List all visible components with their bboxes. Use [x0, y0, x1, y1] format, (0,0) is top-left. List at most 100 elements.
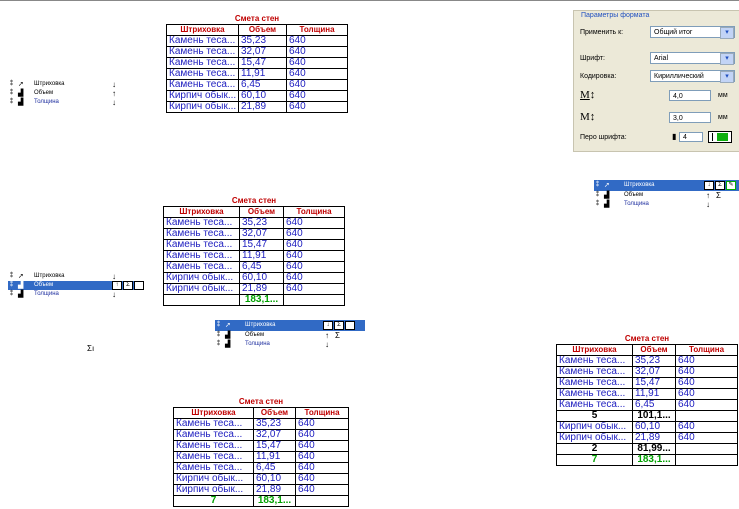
sort-desc-icon[interactable]: ↓ — [112, 80, 116, 89]
table-title: Смета стен — [556, 334, 738, 345]
sort-desc-icon[interactable]: ↓ — [704, 181, 714, 190]
panel-title: Параметры формата — [581, 12, 650, 19]
table-row: Кирпич обык... 21,89 640 — [173, 484, 349, 496]
sum-icon[interactable]: Σ — [334, 321, 344, 330]
column-header: Штриховка — [166, 24, 239, 36]
font-width-input[interactable]: 3,0 — [669, 112, 711, 123]
drag-handle-icon[interactable]: ⁑ — [596, 180, 599, 191]
font-label: Шрифт: — [580, 55, 605, 62]
format-parameters-panel: Параметры формата Применить к: Общий ито… — [573, 10, 739, 152]
table-row: Кирпич обык... 60,10 640 — [166, 90, 348, 102]
apply-select[interactable]: Общий итог ▾ — [650, 26, 735, 39]
field-row-thickness[interactable]: ⁑ ▟ Толщина ↓ — [8, 98, 140, 107]
pen-color-swatch — [717, 133, 728, 141]
field-row-volume[interactable]: ⁑ ▟ Объем ↑ Σ — [594, 191, 739, 200]
table-row: Кирпич обык... 60,10 640 — [163, 272, 345, 284]
table-row: Кирпич обык... 60,10 640 — [556, 421, 738, 433]
unit-label: мм — [718, 92, 728, 99]
field-list-2: ⁑ ➚ Штриховка ↓ ⁑ ▟ Объем ↑ Σ ⁑ ▟ Толщин… — [8, 272, 144, 299]
table-row: Камень теса... 11,91 640 — [556, 388, 738, 400]
table-row: Камень теса... 15,47 640 — [556, 377, 738, 389]
column-header: Штриховка — [173, 407, 254, 419]
drag-handle-icon[interactable]: ⁑ — [596, 200, 599, 209]
table-row: Камень теса... 15,47 640 — [166, 57, 348, 69]
field-row-hatch[interactable]: ⁑ ➚ Штриховка ↓ Σ ✎ — [594, 180, 739, 191]
cursor-icon: ➚ — [18, 81, 24, 88]
pen-color-button[interactable] — [708, 131, 732, 143]
field-row-thickness[interactable]: ⁑ ▟ Толщина ↓ — [8, 290, 143, 299]
column-header: Объем — [632, 344, 676, 356]
field-row-thickness[interactable]: ⁑ ▟ Толщина ↓ — [594, 200, 739, 209]
drag-handle-icon[interactable]: ⁑ — [596, 191, 599, 200]
sort-desc-icon[interactable]: ↓ — [112, 272, 116, 281]
drag-handle-icon[interactable]: ⁑ — [217, 340, 220, 349]
sum-icon[interactable]: Σ — [123, 281, 133, 290]
column-header: Толщина — [675, 344, 738, 356]
pen-icon: ▮ — [672, 132, 677, 141]
column-header: Объем — [253, 407, 296, 419]
drag-handle-icon[interactable]: ⁑ — [10, 89, 13, 98]
table-row: Камень теса... 32,07 640 — [163, 228, 345, 240]
sort-asc-icon[interactable]: ↑ — [325, 331, 329, 340]
table-title: Смета стен — [166, 14, 348, 25]
field-list-1: ⁑ ➚ Штриховка ↓ ⁑ ▟ Объем ↑ ⁑ ▟ Толщина … — [8, 80, 140, 107]
table-row: Камень теса... 11,91 640 — [166, 68, 348, 80]
drag-handle-icon[interactable]: ⁑ — [217, 320, 220, 331]
pen-icon[interactable]: ✎ — [726, 181, 736, 190]
chevron-down-icon[interactable]: ▾ — [720, 71, 734, 83]
table-title: Смета стен — [173, 397, 349, 408]
total-row: 7 183,1... — [173, 495, 349, 507]
field-row-hatch[interactable]: ⁑ ➚ Штриховка ↓ Σ — [215, 320, 365, 331]
column-header: Объем — [239, 206, 284, 218]
sort-asc-icon[interactable]: ↑ — [112, 281, 122, 290]
total-row: 183,1... — [163, 294, 345, 306]
thickness-icon: ▟ — [225, 341, 231, 348]
sum-icon[interactable]: Σ — [715, 181, 725, 190]
drag-handle-icon[interactable]: ⁑ — [217, 331, 220, 340]
column-header: Штриховка — [163, 206, 240, 218]
cursor-icon: ➚ — [225, 322, 231, 329]
drag-handle-icon[interactable]: ⁑ — [10, 80, 13, 89]
table-row: Камень теса... 32,07 640 — [556, 366, 738, 378]
drag-handle-icon[interactable]: ⁑ — [10, 281, 13, 290]
sum-icon[interactable]: Σ — [716, 191, 721, 200]
field-row-volume[interactable]: ⁑ ▟ Объем ↑ Σ — [215, 331, 365, 340]
field-row-hatch[interactable]: ⁑ ➚ Штриховка ↓ — [8, 80, 140, 89]
encoding-select[interactable]: Кириллический ▾ — [650, 70, 735, 83]
field-row-thickness[interactable]: ⁑ ▟ Толщина ↓ — [215, 340, 365, 349]
empty-button[interactable] — [345, 321, 355, 330]
chevron-down-icon[interactable]: ▾ — [720, 27, 734, 39]
sort-desc-icon[interactable]: ↓ — [112, 98, 116, 107]
field-row-volume[interactable]: ⁑ ▟ Объем ↑ Σ — [8, 281, 144, 290]
table-row: Камень теса... 6,45 640 — [166, 79, 348, 91]
sort-asc-icon[interactable]: ↑ — [706, 191, 710, 200]
chevron-down-icon[interactable]: ▾ — [720, 53, 734, 65]
drag-handle-icon[interactable]: ⁑ — [10, 290, 13, 299]
drag-handle-icon[interactable]: ⁑ — [10, 98, 13, 107]
table-row: Камень теса... 6,45 640 — [556, 399, 738, 411]
field-list-3: ⁑ ➚ Штриховка ↓ Σ ⁑ ▟ Объем ↑ Σ ⁑ ▟ Толщ… — [215, 320, 365, 349]
empty-button[interactable] — [134, 281, 144, 290]
estimate-table-1: Смета стен Штриховка Объем Толщина Камен… — [166, 14, 348, 113]
drag-handle-icon[interactable]: ⁑ — [10, 272, 13, 281]
font-height-input[interactable]: 4,0 — [669, 90, 711, 101]
table-row: Камень теса... 6,45 640 — [173, 462, 349, 474]
font-select[interactable]: Arial ▾ — [650, 52, 735, 65]
estimate-table-grouped: Смета стен Штриховка Объем Толщина Камен… — [556, 334, 738, 466]
field-row-volume[interactable]: ⁑ ▟ Объем ↑ — [8, 89, 140, 98]
sort-desc-icon[interactable]: ↓ — [706, 200, 710, 209]
table-row: Камень теса... 35,23 640 — [556, 355, 738, 367]
sort-desc-icon[interactable]: ↓ — [325, 340, 329, 349]
sum-icon[interactable]: Σ — [335, 331, 340, 340]
pen-input[interactable]: 4 — [679, 132, 703, 142]
estimate-table-2: Смета стен Штриховка Объем Толщина Камен… — [163, 196, 345, 306]
table-row: Камень теса... 32,07 640 — [173, 429, 349, 441]
unit-label: мм — [718, 114, 728, 121]
sort-desc-icon[interactable]: ↓ — [323, 321, 333, 330]
sort-asc-icon[interactable]: ↑ — [112, 89, 116, 98]
estimate-table-3: Смета стен Штриховка Объем Толщина Камен… — [173, 397, 349, 507]
apply-label: Применить к: — [580, 29, 624, 36]
field-row-hatch[interactable]: ⁑ ➚ Штриховка ↓ — [8, 272, 143, 281]
table-row: Камень теса... 15,47 640 — [163, 239, 345, 251]
sort-desc-icon[interactable]: ↓ — [112, 290, 116, 299]
